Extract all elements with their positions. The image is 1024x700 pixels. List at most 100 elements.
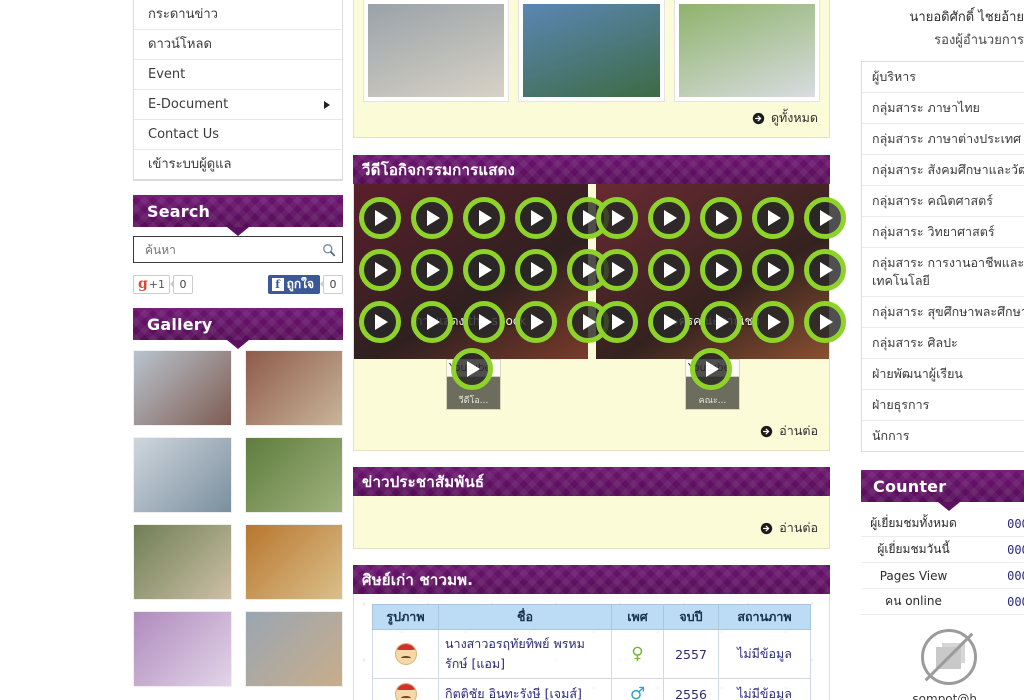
contact-mail-block: sompot@h.. — [861, 629, 1024, 700]
video-panel-title: วีดีโอกิจกรรมการแสดง — [362, 160, 516, 179]
alumni-photo-cell — [372, 678, 439, 700]
video-thumbnail[interactable]: ละครคณะพาณิชย์ — [595, 184, 829, 359]
sidebar-item-admin-login[interactable]: เข้าระบบผู้ดูแล — [134, 150, 342, 180]
sidebar-item-science-dept[interactable]: กลุ่มสาระ วิทยาศาสตร์ — [862, 217, 1024, 248]
sidebar-item-contact-us[interactable]: Contact Us — [134, 120, 342, 150]
news-read-more-label: อ่านต่อ — [779, 520, 818, 535]
male-symbol-icon: ♂ — [629, 683, 646, 700]
sidebar-item-thai-dept[interactable]: กลุ่มสาระ ภาษาไทย — [862, 93, 1024, 124]
sidebar-item-label: กระดานข่าว — [148, 7, 218, 22]
youtube-card-sublabel: คณะ... — [698, 396, 727, 406]
sidebar-item-label: กลุ่มสาระ ศิลปะ — [872, 335, 958, 350]
search-field[interactable] — [133, 236, 343, 263]
facebook-like-button[interactable]: f ถูกใจ — [267, 274, 320, 294]
video-panel: วีดีโอกิจกรรมการแสดง การแสดง the shock ล… — [353, 155, 830, 451]
alumni-photo-cell — [372, 629, 439, 679]
gallery-thumbnail[interactable] — [244, 437, 343, 513]
gallery-thumbnail-image — [134, 612, 231, 686]
page-root: กระดานข่าว ดาวน์โหลด Event E-Document Co… — [0, 0, 1024, 700]
arrow-circle-right-icon — [761, 425, 773, 437]
column-header-year: จบปี — [663, 604, 719, 630]
avatar-face-icon — [394, 683, 417, 700]
video-thumbnail[interactable]: การแสดง the shock — [354, 184, 588, 359]
gallery-section: Gallery — [133, 308, 343, 687]
alumni-year-cell: 2556 — [663, 678, 719, 700]
gallery-thumbnail[interactable] — [244, 350, 343, 426]
search-title: Search — [147, 201, 211, 221]
google-plus-one-button[interactable]: g +1 — [133, 274, 171, 294]
social-buttons-row: g +1 0 f ถูกใจ 0 — [133, 274, 343, 294]
table-row[interactable]: นางสาวอรฤทัยทิพย์ พรหมรักษ์ [แอม] ♀ 2557… — [372, 629, 811, 679]
photo-activity-panel: ดูทั้งหมด — [353, 0, 830, 138]
sidebar-item-janitor[interactable]: นักการ — [862, 421, 1024, 451]
arrow-circle-right-icon — [761, 522, 773, 534]
gallery-thumbnail[interactable] — [244, 611, 343, 687]
gallery-thumbnail-image — [134, 351, 231, 425]
gallery-thumbnail[interactable] — [133, 437, 232, 513]
table-row[interactable]: กิตติชัย อินทะรังษี [เจมส์] ♂ 2556 ไม่มี… — [372, 678, 811, 700]
sidebar-item-label: ฝ่ายธุรการ — [872, 397, 930, 412]
sidebar-item-label: ฝ่ายพัฒนาผู้เรียน — [872, 366, 963, 381]
search-section-header: Search — [133, 195, 343, 236]
table-header-row: รูปภาพ ชื่อ เพศ จบปี สถานภาพ — [372, 604, 811, 630]
sidebar-item-event[interactable]: Event — [134, 60, 342, 90]
sidebar-item-board[interactable]: กระดานข่าว — [134, 0, 342, 30]
column-header-status: สถานภาพ — [718, 604, 811, 630]
video-read-more-link[interactable]: อ่านต่อ — [354, 414, 829, 450]
chevron-right-icon — [324, 100, 330, 109]
header-notch — [227, 340, 249, 349]
gallery-thumbnail[interactable] — [133, 350, 232, 426]
header-notch — [937, 502, 960, 511]
gallery-thumbnail[interactable] — [133, 611, 232, 687]
news-read-more-link[interactable]: อ่านต่อ — [354, 496, 829, 547]
activity-photo[interactable] — [362, 0, 510, 102]
sidebar-item-administrators[interactable]: ผู้บริหาร — [862, 62, 1024, 93]
sidebar-item-social-studies-dept[interactable]: กลุ่มสาระ สังคมศึกษาและวัฒนธรรม — [862, 155, 1024, 186]
video-thumbnail-image — [595, 184, 829, 359]
activity-photo[interactable] — [518, 0, 665, 102]
news-panel-body: อ่านต่อ — [353, 496, 830, 549]
right-nav-menu: ผู้บริหาร กลุ่มสาระ ภาษาไทย กลุ่มสาระ ภา… — [861, 61, 1024, 452]
sidebar-item-career-tech-dept[interactable]: กลุ่มสาระ การงานอาชีพและเทคโนโลยี — [862, 248, 1024, 297]
facebook-like-count: 0 — [323, 274, 343, 294]
sidebar-item-edocument[interactable]: E-Document — [134, 90, 342, 120]
counter-value: 0000 — [1007, 542, 1024, 557]
column-header-gender: เพศ — [611, 604, 664, 630]
gallery-thumbnail[interactable] — [244, 524, 343, 600]
youtube-card[interactable]: Youtube วีดีโอ... — [446, 359, 501, 410]
sidebar-item-administration[interactable]: ฝ่ายธุรการ — [862, 390, 1024, 421]
left-nav-menu: กระดานข่าว ดาวน์โหลด Event E-Document Co… — [133, 0, 343, 181]
sidebar-item-arts-dept[interactable]: กลุ่มสาระ ศิลปะ — [862, 328, 1024, 359]
sidebar-item-health-pe-dept[interactable]: กลุ่มสาระ สุขศึกษาพละศึกษา — [862, 297, 1024, 328]
alumni-table: รูปภาพ ชื่อ เพศ จบปี สถานภาพ นางสาวอรฤทั… — [372, 604, 811, 700]
gallery-thumbnail[interactable] — [133, 524, 232, 600]
activity-photo[interactable] — [673, 0, 820, 102]
sidebar-item-label: E-Document — [148, 97, 229, 112]
sidebar-item-label: กลุ่มสาระ สุขศึกษาพละศึกษา — [872, 304, 1024, 319]
facebook-like-group: f ถูกใจ 0 — [267, 274, 343, 294]
sidebar-item-label: กลุ่มสาระ วิทยาศาสตร์ — [872, 224, 995, 239]
gallery-thumbnail-image — [245, 525, 342, 599]
news-panel-header: ข่าวประชาสัมพันธ์ — [353, 467, 830, 496]
alumni-panel-title: ศิษย์เก่า ชาวมพ. — [362, 570, 474, 589]
search-input[interactable] — [143, 241, 322, 258]
left-sidebar: กระดานข่าว ดาวน์โหลด Event E-Document Co… — [133, 0, 343, 687]
youtube-card[interactable]: Youtube คณะ... — [685, 359, 740, 410]
video-caption: การแสดง the shock — [415, 314, 527, 328]
sidebar-item-label: นักการ — [872, 428, 910, 443]
gallery-section-header: Gallery — [133, 308, 343, 349]
sidebar-item-label: กลุ่มสาระ ภาษาไทย — [872, 100, 980, 115]
contact-mail-text: sompot@h.. — [912, 692, 985, 700]
sidebar-item-download[interactable]: ดาวน์โหลด — [134, 30, 342, 60]
counter-value: 0002 — [1007, 568, 1024, 583]
magnifier-icon[interactable] — [322, 243, 336, 257]
sidebar-item-label: กลุ่มสาระ สังคมศึกษาและวัฒนธรรม — [872, 162, 1024, 177]
youtube-card-label: Youtube — [686, 360, 739, 377]
broken-image-icon — [920, 629, 977, 685]
counter-value: 0003 — [1007, 516, 1024, 531]
sidebar-item-student-development[interactable]: ฝ่ายพัฒนาผู้เรียน — [862, 359, 1024, 390]
sidebar-item-math-dept[interactable]: กลุ่มสาระ คณิตศาสตร์ — [862, 186, 1024, 217]
sidebar-item-foreign-lang-dept[interactable]: กลุ่มสาระ ภาษาต่างประเทศ — [862, 124, 1024, 155]
photos-see-all-link[interactable]: ดูทั้งหมด — [354, 101, 829, 137]
broken-image-slash — [924, 632, 973, 682]
